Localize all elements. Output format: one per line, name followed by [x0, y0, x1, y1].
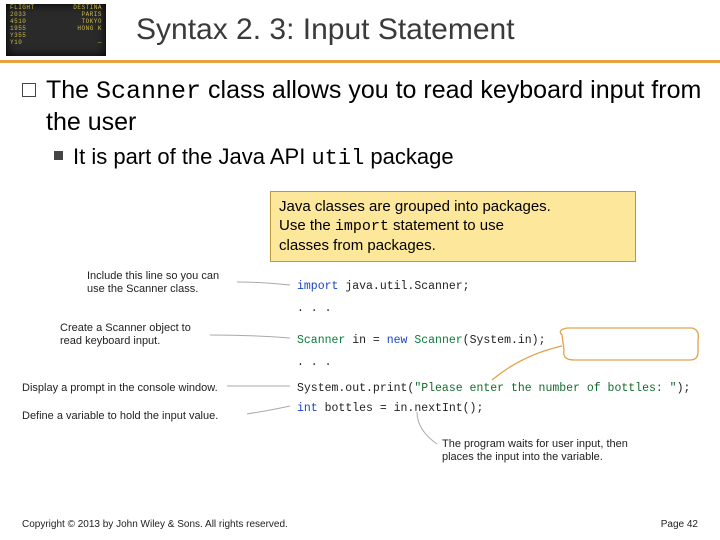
- bullet-sub-text: It is part of the Java API util package: [73, 143, 454, 173]
- page-number: Page 42: [661, 519, 698, 530]
- bullet-sub: It is part of the Java API util package: [54, 143, 702, 173]
- yellow-line2: Use the import statement to use: [279, 217, 627, 237]
- callout-yellow-box: Java classes are grouped into packages. …: [270, 191, 636, 262]
- slide-content: The Scanner class allows you to read key…: [0, 63, 720, 173]
- code-diagram: Include this line so you can use the Sca…: [22, 280, 702, 490]
- bullet-marker-outline: [22, 83, 36, 97]
- bullet-marker-filled: [54, 151, 63, 160]
- slide-title: Syntax 2. 3: Input Statement: [136, 13, 515, 47]
- diagram-arrows: [22, 280, 702, 490]
- bullet-main: The Scanner class allows you to read key…: [22, 75, 702, 137]
- bullet-main-text: The Scanner class allows you to read key…: [46, 75, 702, 137]
- footer: Copyright © 2013 by John Wiley & Sons. A…: [22, 519, 698, 530]
- yellow-line1: Java classes are grouped into packages.: [279, 198, 627, 217]
- slide-header: FLIGHTDESTINA 2033PARIS 4510TOKYO 1955HO…: [0, 0, 720, 63]
- yellow-line3: classes from packages.: [279, 237, 627, 256]
- flight-board-image: FLIGHTDESTINA 2033PARIS 4510TOKYO 1955HO…: [6, 4, 106, 56]
- copyright-text: Copyright © 2013 by John Wiley & Sons. A…: [22, 519, 288, 530]
